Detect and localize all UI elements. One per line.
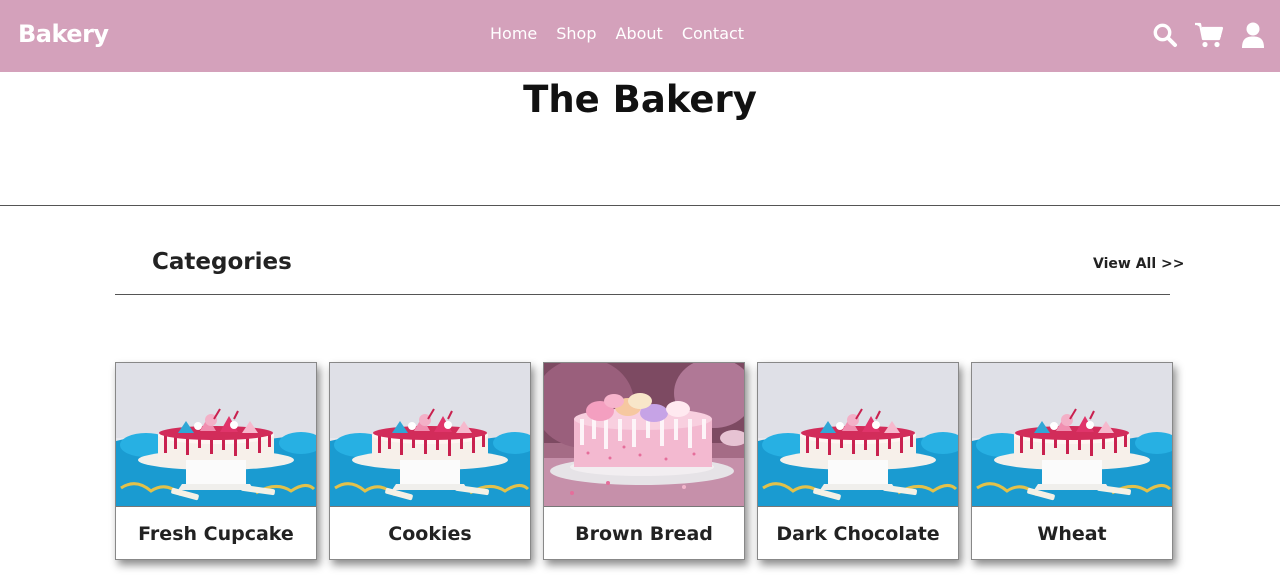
categories-divider — [115, 294, 1170, 295]
categories-title: Categories — [152, 249, 292, 275]
category-image — [330, 363, 530, 506]
category-label: Cookies — [330, 506, 530, 559]
category-image — [116, 363, 316, 506]
category-card-dark-chocolate[interactable]: Dark Chocolate — [757, 362, 959, 560]
category-card-cookies[interactable]: Cookies — [329, 362, 531, 560]
search-icon[interactable] — [1150, 20, 1180, 50]
category-image — [758, 363, 958, 506]
nav-icons — [1150, 20, 1268, 50]
user-icon[interactable] — [1238, 20, 1268, 50]
category-label: Fresh Cupcake — [116, 506, 316, 559]
view-all-link[interactable]: View All >> — [1093, 256, 1184, 272]
category-card-fresh-cupcake[interactable]: Fresh Cupcake — [115, 362, 317, 560]
nav-link-home[interactable]: Home — [490, 24, 537, 43]
category-cards: Fresh Cupcake Cookies Brown Bread Dark C… — [115, 362, 1173, 560]
category-card-brown-bread[interactable]: Brown Bread — [543, 362, 745, 560]
navbar: Bakery Home Shop About Contact — [0, 0, 1280, 72]
nav-link-about[interactable]: About — [616, 24, 663, 43]
brand-logo[interactable]: Bakery — [18, 20, 109, 48]
category-label: Brown Bread — [544, 506, 744, 559]
hero-divider — [0, 205, 1280, 206]
category-label: Dark Chocolate — [758, 506, 958, 559]
page-title: The Bakery — [523, 78, 757, 121]
category-card-wheat[interactable]: Wheat — [971, 362, 1173, 560]
category-image — [544, 363, 744, 506]
category-image — [972, 363, 1172, 506]
category-label: Wheat — [972, 506, 1172, 559]
nav-link-shop[interactable]: Shop — [556, 24, 596, 43]
cart-icon[interactable] — [1194, 20, 1224, 50]
main-nav: Home Shop About Contact — [490, 24, 744, 43]
nav-link-contact[interactable]: Contact — [682, 24, 744, 43]
